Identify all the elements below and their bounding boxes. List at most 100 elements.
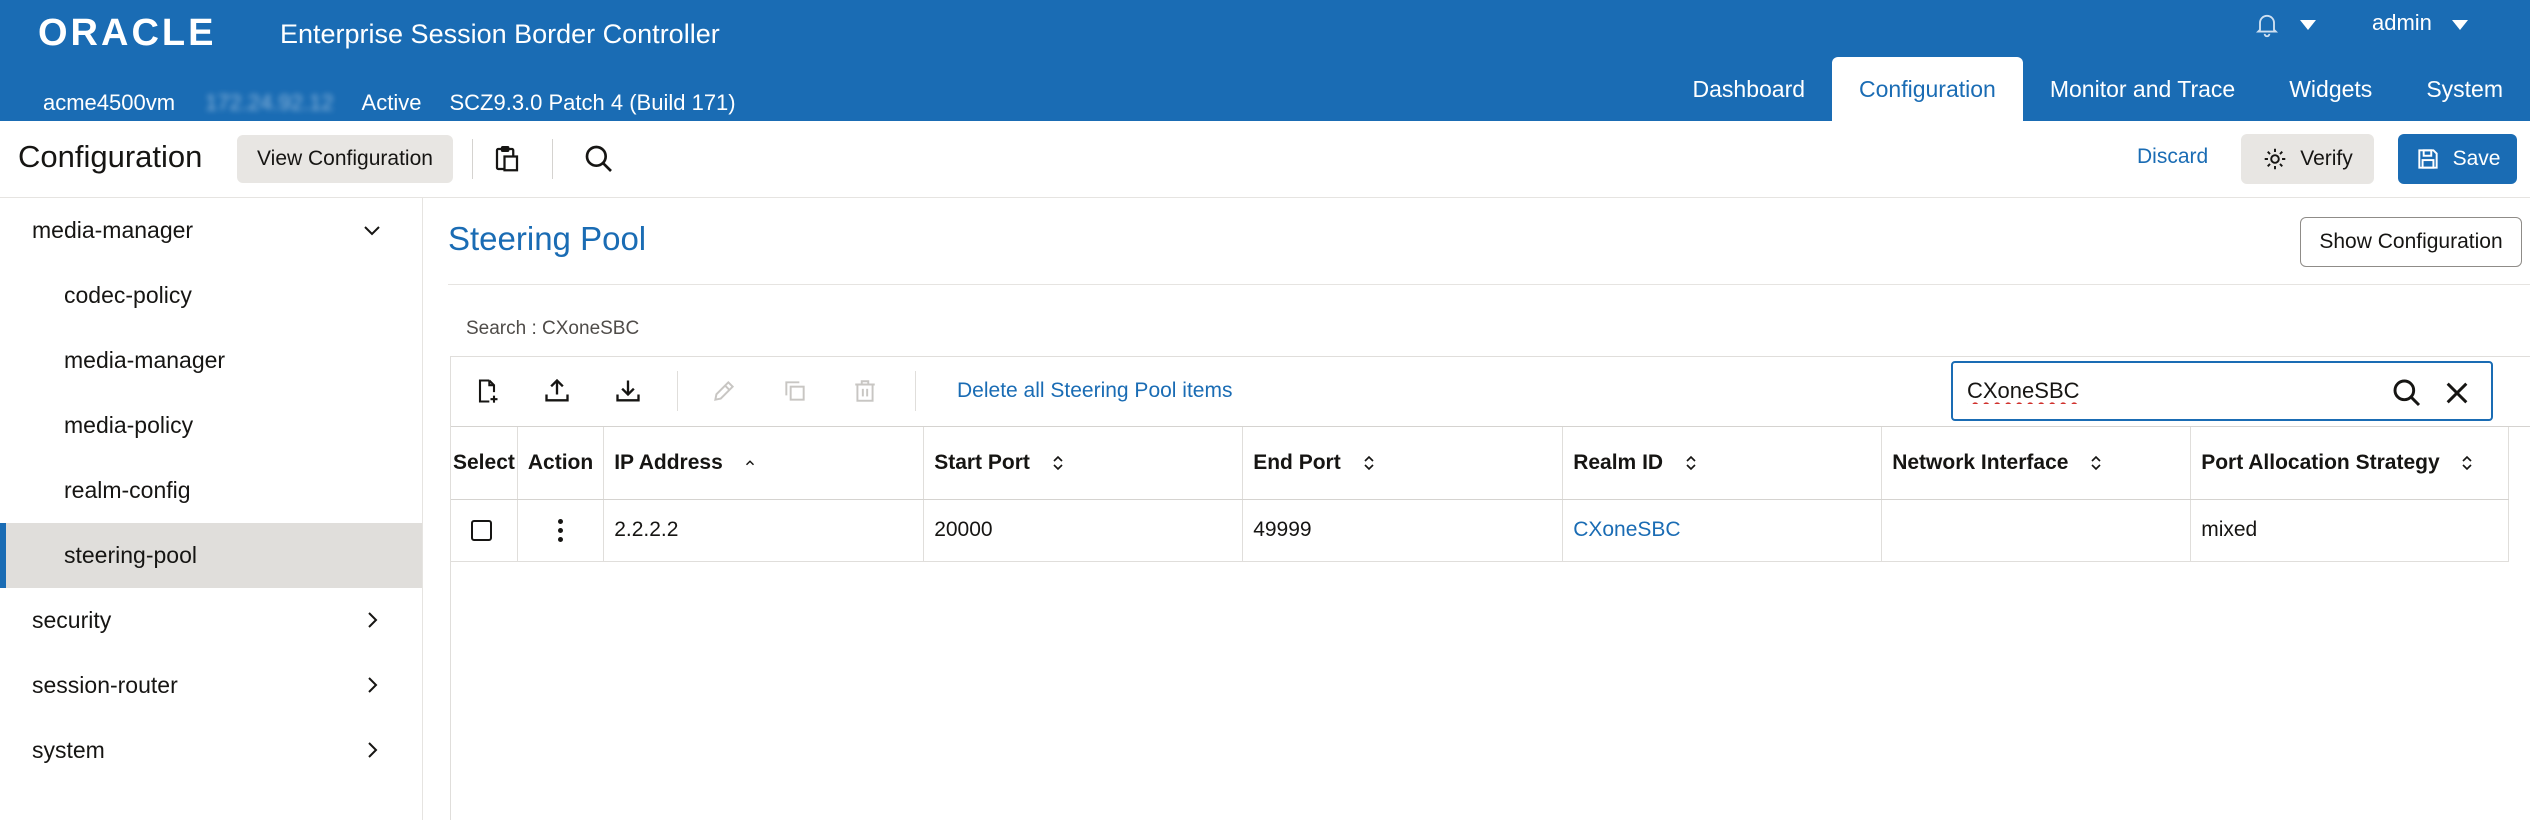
copy-icon[interactable] — [777, 373, 813, 409]
chevron-right-icon[interactable] — [360, 673, 384, 697]
sidebar-item-label: security — [32, 607, 112, 633]
search-icon[interactable] — [579, 139, 619, 179]
save-button[interactable]: Save — [2398, 134, 2517, 184]
notification-bell-icon[interactable] — [2253, 10, 2281, 38]
grid-search-input[interactable] — [1967, 375, 2367, 407]
toolbar-divider — [472, 139, 473, 179]
edit-pencil-icon[interactable] — [706, 373, 742, 409]
chevron-right-icon[interactable] — [360, 608, 384, 632]
top-header: ORACLE Enterprise Session Border Control… — [0, 0, 2530, 121]
sidebar-item-label: media-policy — [64, 412, 194, 438]
sort-icon[interactable] — [2088, 453, 2104, 473]
cell-start-port: 20000 — [923, 499, 1244, 562]
sort-ascending-icon[interactable] — [743, 456, 757, 470]
cell-end-port: 49999 — [1242, 499, 1564, 562]
realm-id-link[interactable]: CXoneSBC — [1573, 518, 1680, 541]
row-checkbox[interactable] — [471, 519, 492, 541]
sidebar-item-security[interactable]: security — [0, 588, 422, 653]
cell-ip-address: 2.2.2.2 — [603, 499, 925, 562]
product-name: Enterprise Session Border Controller — [280, 19, 720, 49]
upload-icon[interactable] — [539, 373, 575, 409]
column-header-label: IP Address — [614, 450, 723, 474]
verify-label: Verify — [2300, 147, 2353, 170]
table-row[interactable]: 2.2.2.2 20000 49999 CXoneSBC mixed — [451, 499, 2510, 562]
grid-toolbar-divider — [677, 371, 678, 411]
kebab-menu-icon[interactable] — [528, 518, 593, 542]
action-cell — [517, 499, 605, 562]
view-configuration-button[interactable]: View Configuration — [237, 135, 453, 183]
sidebar-item-media-manager[interactable]: media-manager — [0, 328, 422, 393]
sidebar-item-label: steering-pool — [64, 542, 197, 568]
delete-all-link[interactable]: Delete all Steering Pool items — [957, 379, 1232, 403]
divider — [448, 284, 2530, 285]
grid-search-box — [1951, 361, 2493, 421]
tab-dashboard[interactable]: Dashboard — [1666, 57, 1833, 121]
main-nav: Dashboard Configuration Monitor and Trac… — [1666, 57, 2530, 121]
column-header-port-allocation-strategy[interactable]: Port Allocation Strategy — [2190, 427, 2510, 500]
notifications-dropdown-caret-icon[interactable] — [2300, 20, 2316, 30]
sort-icon[interactable] — [1050, 453, 1066, 473]
user-dropdown-caret-icon[interactable] — [2452, 20, 2468, 30]
add-new-icon[interactable] — [469, 373, 505, 409]
show-configuration-button[interactable]: Show Configuration — [2300, 217, 2522, 267]
table-header-row: Select Action IP Address Start Port End … — [451, 427, 2510, 500]
sidebar-item-label: session-router — [32, 672, 178, 698]
software-version: SCZ9.3.0 Patch 4 (Build 171) — [449, 90, 736, 115]
sidebar-item-session-router[interactable]: session-router — [0, 653, 422, 718]
clipboard-icon[interactable] — [487, 139, 527, 179]
column-header-ip-address[interactable]: IP Address — [603, 427, 925, 500]
sort-icon[interactable] — [2459, 453, 2475, 473]
cell-port-allocation-strategy: mixed — [2190, 499, 2510, 562]
grid-toolbar-divider — [915, 371, 916, 411]
download-icon[interactable] — [610, 373, 646, 409]
tab-system[interactable]: System — [2399, 57, 2530, 121]
sidebar-item-label: realm-config — [64, 477, 191, 503]
config-sidebar: media-manager codec-policy media-manager… — [0, 198, 423, 820]
steering-pool-grid: Delete all Steering Pool items Select Ac… — [450, 356, 2530, 820]
delete-trash-icon[interactable] — [847, 373, 883, 409]
sidebar-item-label: codec-policy — [64, 282, 192, 308]
oracle-logo: ORACLE — [38, 12, 217, 54]
config-toolbar: Configuration View Configuration Discard… — [0, 121, 2530, 198]
grid-toolbar: Delete all Steering Pool items — [451, 357, 2530, 427]
sidebar-item-media-policy[interactable]: media-policy — [0, 393, 422, 458]
tab-configuration[interactable]: Configuration — [1832, 57, 2023, 121]
sidebar-item-label: media-manager — [32, 217, 194, 243]
save-label: Save — [2452, 147, 2501, 170]
column-header-label: End Port — [1253, 450, 1341, 474]
system-info: acme4500vm 172.24.92.12 Active SCZ9.3.0 … — [43, 90, 736, 116]
clear-search-close-icon[interactable] — [2441, 377, 2473, 409]
column-header-realm-id[interactable]: Realm ID — [1562, 427, 1883, 500]
column-header-end-port[interactable]: End Port — [1242, 427, 1564, 500]
sort-icon[interactable] — [1683, 453, 1699, 473]
system-state: Active — [361, 90, 422, 115]
sidebar-item-system[interactable]: system — [0, 718, 422, 783]
sidebar-item-steering-pool[interactable]: steering-pool — [0, 523, 422, 588]
cell-realm-id: CXoneSBC — [1562, 499, 1883, 562]
tab-monitor-and-trace[interactable]: Monitor and Trace — [2023, 57, 2262, 121]
sidebar-item-label: system — [32, 737, 105, 763]
hostname: acme4500vm — [43, 90, 176, 115]
sort-icon[interactable] — [1361, 453, 1377, 473]
column-header-label: Start Port — [934, 450, 1030, 474]
search-icon[interactable] — [2391, 377, 2423, 409]
search-summary: Search : CXoneSBC — [466, 318, 640, 339]
toolbar-divider — [552, 139, 553, 179]
chevron-down-icon[interactable] — [360, 218, 384, 242]
discard-link[interactable]: Discard — [2137, 145, 2208, 169]
column-header-start-port[interactable]: Start Port — [923, 427, 1244, 500]
chevron-right-icon[interactable] — [360, 738, 384, 762]
column-header-action: Action — [517, 427, 605, 500]
sidebar-item-realm-config[interactable]: realm-config — [0, 458, 422, 523]
section-title: Steering Pool — [448, 220, 647, 257]
select-cell — [451, 499, 518, 562]
sidebar-item-media-manager-group[interactable]: media-manager — [0, 198, 422, 263]
column-header-label: Network Interface — [1892, 450, 2069, 474]
sidebar-item-codec-policy[interactable]: codec-policy — [0, 263, 422, 328]
cell-network-interface — [1881, 499, 2192, 562]
column-header-network-interface[interactable]: Network Interface — [1881, 427, 2192, 500]
user-menu[interactable]: admin — [2372, 10, 2432, 36]
verify-button[interactable]: Verify — [2241, 134, 2374, 184]
tab-widgets[interactable]: Widgets — [2262, 57, 2399, 121]
data-table: Select Action IP Address Start Port End … — [451, 427, 2510, 562]
